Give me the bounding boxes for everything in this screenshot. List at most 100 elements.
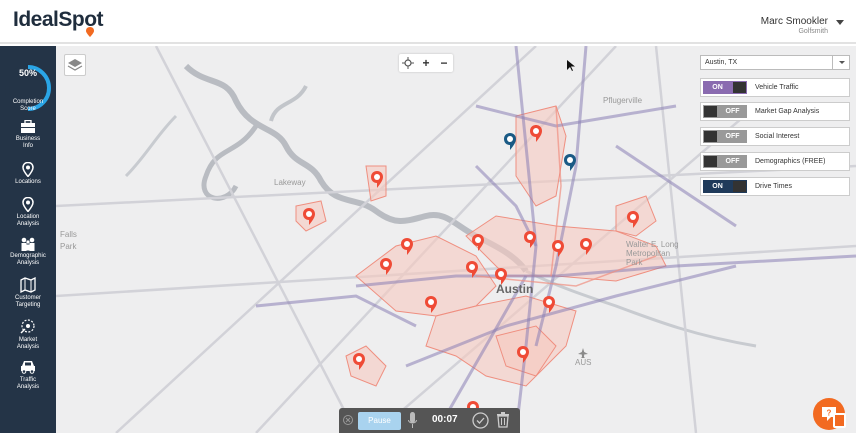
- map-pin[interactable]: [471, 233, 485, 253]
- sidebar-item-label: Analysis: [16, 220, 40, 227]
- toggle-label: Social Interest: [755, 133, 800, 140]
- svg-text:?: ?: [827, 409, 832, 418]
- sidebar-item-label: Analysis: [16, 383, 40, 390]
- pause-button[interactable]: Pause: [358, 412, 401, 430]
- map-label-park2: Park: [626, 258, 643, 267]
- map-pin[interactable]: [424, 295, 438, 315]
- toggle-switch[interactable]: OFF: [703, 155, 747, 168]
- map-label-pflugerville: Pflugerville: [603, 96, 643, 105]
- logo-text-spot: Spot: [58, 8, 104, 31]
- microphone-icon[interactable]: [408, 412, 417, 429]
- toggle-label: Drive Times: [755, 183, 792, 190]
- top-bar: IdealSpot Marc Smookler Golfsmith: [0, 0, 856, 44]
- map-label-walter: Walter E. Long: [626, 240, 679, 249]
- toggle-label: Demographics (FREE): [755, 158, 826, 165]
- toggle-switch[interactable]: OFF: [703, 105, 747, 118]
- map-pin[interactable]: [494, 267, 508, 287]
- city-select-value: Austin, TX: [705, 59, 738, 66]
- map-label-aus: AUS: [575, 358, 592, 367]
- map-canvas[interactable]: Pflugerville Lakeway Austin AUS Falls Pa…: [56, 46, 856, 433]
- map-pin[interactable]: [302, 207, 316, 227]
- sidebar-item-label: Targeting: [15, 301, 41, 308]
- map-pin[interactable]: [579, 237, 593, 257]
- user-menu[interactable]: Marc Smookler Golfsmith: [761, 16, 828, 35]
- zoom-in-button[interactable]: +: [417, 55, 435, 71]
- toggle-state: OFF: [725, 158, 740, 165]
- toggle-label: Vehicle Traffic: [755, 84, 799, 91]
- map-pin[interactable]: [379, 257, 393, 277]
- layer-toggle-drive-times[interactable]: ON Drive Times: [700, 177, 850, 196]
- location-pin-icon: [22, 162, 34, 177]
- recording-timer: 00:07: [432, 414, 458, 425]
- sidebar-item-locations[interactable]: Locations: [0, 162, 56, 186]
- map-label-falls: Falls: [60, 230, 77, 239]
- sidebar-item-label: Analysis: [16, 259, 40, 266]
- city-select[interactable]: Austin, TX: [700, 55, 850, 70]
- map-target-icon: [20, 277, 36, 293]
- cursor-icon: [567, 60, 575, 71]
- sidebar-item-label: Locations: [15, 179, 41, 185]
- zoom-out-button[interactable]: −: [435, 55, 453, 71]
- sidebar-item-label: Info: [22, 142, 33, 149]
- check-icon[interactable]: [472, 412, 489, 429]
- locate-icon[interactable]: [399, 55, 417, 75]
- sidebar-item-traffic-analysis[interactable]: Traffic Analysis: [0, 359, 56, 390]
- toggle-knob: [733, 181, 746, 192]
- store-pin-icon[interactable]: [563, 153, 577, 173]
- close-icon[interactable]: [343, 415, 353, 425]
- layers-button[interactable]: [64, 54, 86, 76]
- chevron-down-icon[interactable]: [836, 20, 844, 25]
- map-label-metro: Metropolitan: [626, 249, 671, 258]
- toggle-knob: [704, 131, 717, 142]
- layer-toggle-vehicle-traffic[interactable]: ON Vehicle Traffic: [700, 78, 850, 97]
- toggle-label: Market Gap Analysis: [755, 108, 820, 115]
- layer-toggle-social-interest[interactable]: OFF Social Interest: [700, 127, 850, 146]
- user-company: Golfsmith: [798, 28, 828, 35]
- store-pin-icon[interactable]: [503, 132, 517, 152]
- sidebar-item-customer-targeting[interactable]: Customer Targeting: [0, 277, 56, 308]
- sidebar-item-label: Analysis: [16, 343, 40, 350]
- map-zoom-controls: + −: [399, 54, 453, 72]
- layer-toggle-demographics[interactable]: OFF Demographics (FREE): [700, 152, 850, 171]
- people-icon: [21, 237, 35, 251]
- score-label-line1: Completion: [12, 99, 44, 105]
- toggle-switch[interactable]: ON: [703, 180, 747, 193]
- screen-recorder-bar: Pause 00:07: [339, 408, 520, 433]
- map-pin[interactable]: [400, 237, 414, 257]
- map-pin[interactable]: [352, 352, 366, 372]
- map-pin[interactable]: [626, 210, 640, 230]
- map-pin[interactable]: [551, 239, 565, 259]
- map-pin[interactable]: [529, 124, 543, 144]
- layer-toggle-market-gap[interactable]: OFF Market Gap Analysis: [700, 102, 850, 121]
- sidebar-item-location-analysis[interactable]: Location Analysis: [0, 197, 56, 227]
- car-icon: [21, 361, 35, 374]
- toggle-state: OFF: [725, 108, 740, 115]
- map-pin[interactable]: [370, 170, 384, 190]
- toggle-state: ON: [712, 84, 723, 91]
- map-pin[interactable]: [516, 345, 530, 365]
- logo-text-ideal: Ideal: [13, 8, 59, 31]
- location-analysis-icon: [22, 197, 34, 212]
- toggle-switch[interactable]: ON: [703, 81, 747, 94]
- map-pin[interactable]: [542, 295, 556, 315]
- user-name: Marc Smookler: [760, 16, 828, 27]
- completion-score-label: Completion Score: [0, 99, 56, 113]
- chevron-down-icon: [832, 56, 849, 69]
- sidebar-item-business-info[interactable]: Business Info: [0, 120, 56, 149]
- map-label-lakeway: Lakeway: [274, 178, 306, 187]
- toggle-state: OFF: [725, 133, 740, 140]
- sidebar: 50% Completion Score Business Info Locati…: [0, 46, 56, 433]
- map-pin[interactable]: [465, 260, 479, 280]
- logo-pin-icon: [86, 27, 94, 37]
- toggle-knob: [733, 82, 746, 93]
- toggle-knob: [704, 156, 717, 167]
- sidebar-item-market-analysis[interactable]: Market Analysis: [0, 318, 56, 350]
- layers-icon: [67, 59, 83, 71]
- map-pin[interactable]: [523, 230, 537, 250]
- toggle-state: ON: [712, 183, 723, 190]
- market-icon: [20, 319, 35, 334]
- trash-icon[interactable]: [496, 412, 510, 428]
- toggle-switch[interactable]: OFF: [703, 130, 747, 143]
- toggle-knob: [704, 106, 717, 117]
- sidebar-item-demographic-analysis[interactable]: Demographic Analysis: [0, 237, 56, 266]
